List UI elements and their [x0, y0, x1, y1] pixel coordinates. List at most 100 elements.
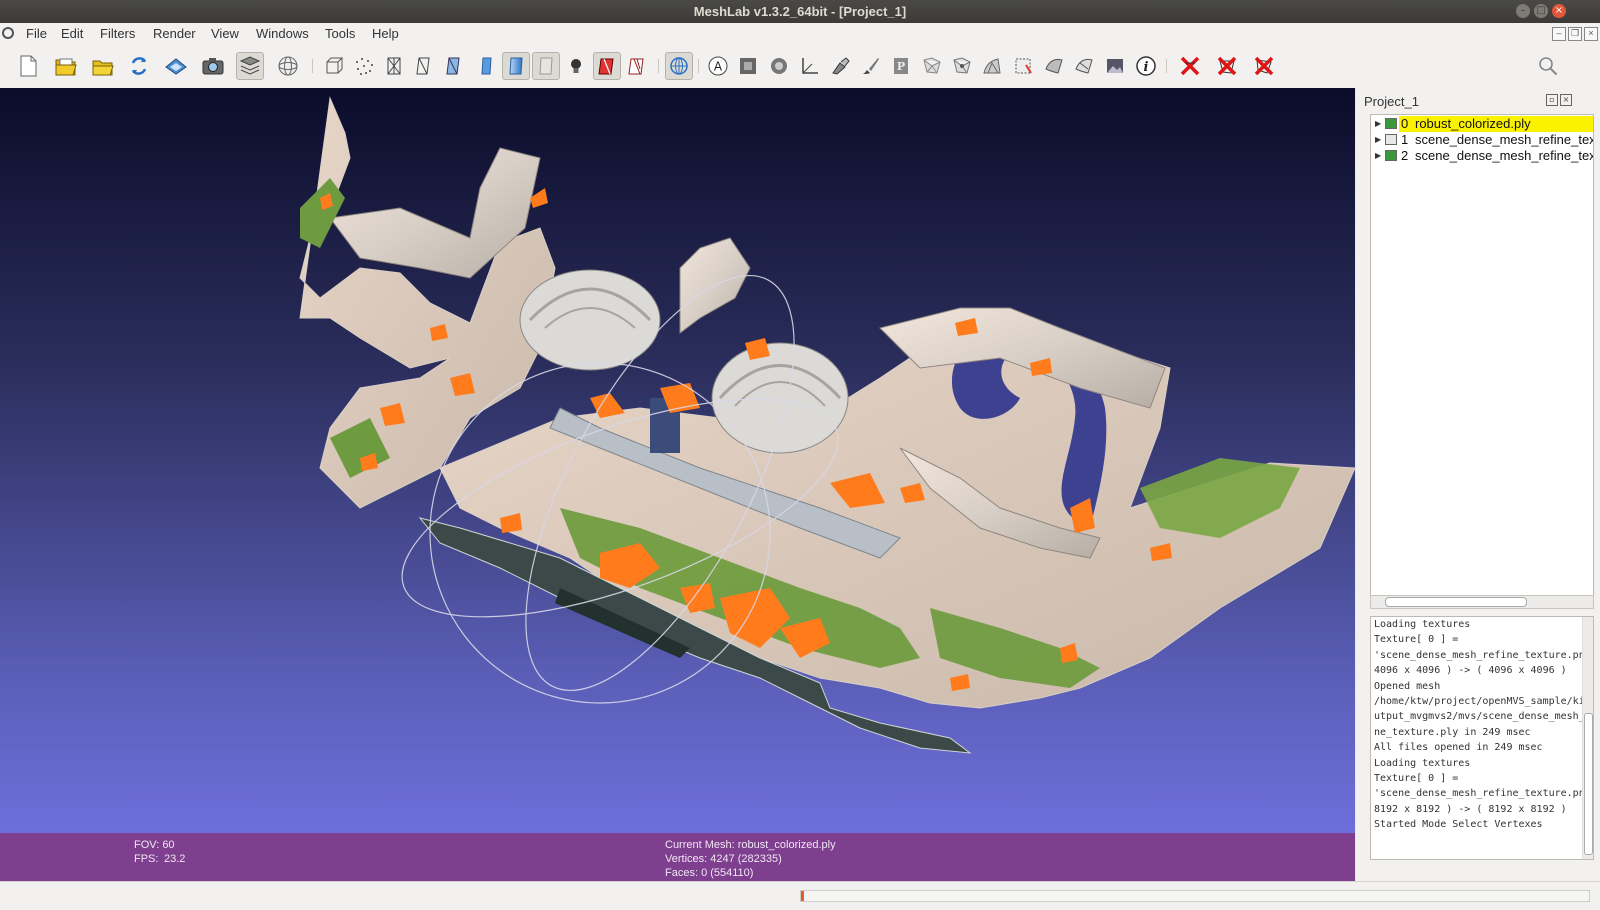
menu-tools[interactable]: Tools: [325, 26, 355, 41]
progress-bar: [800, 890, 1590, 902]
select-vertices-icon[interactable]: [948, 52, 976, 80]
3d-viewport[interactable]: FOV: 60 FPS: 23.2 Current Mesh: robust_c…: [0, 88, 1355, 881]
horizontal-scrollbar[interactable]: [1370, 595, 1594, 609]
progress-fill: [801, 891, 805, 901]
menu-edit[interactable]: Edit: [61, 26, 83, 41]
annotation-icon[interactable]: A: [704, 52, 732, 80]
log-line: All files opened in 249 msec: [1374, 742, 1543, 754]
paint-icon[interactable]: [826, 52, 854, 80]
brush-icon[interactable]: [856, 52, 884, 80]
toolbar-separator: [698, 59, 699, 73]
float-panel-icon[interactable]: ▫: [1546, 94, 1558, 106]
layer-dialog: Project_1 ▫ × ▶ 0 robust_colorized.ply ▶…: [1356, 88, 1600, 881]
visibility-icon[interactable]: [1385, 150, 1397, 161]
back-face-icon[interactable]: [593, 52, 621, 80]
new-project-icon[interactable]: [14, 52, 42, 80]
snapshot-icon[interactable]: [199, 52, 227, 80]
visibility-icon[interactable]: [1385, 134, 1397, 145]
mesh-render[interactable]: [0, 88, 1355, 833]
delete-faces-icon[interactable]: [1213, 52, 1241, 80]
menu-filters[interactable]: Filters: [100, 26, 135, 41]
delete-vertices-icon[interactable]: [1250, 52, 1278, 80]
log-line: utput_mvgmvs2/mvs/scene_dense_mesh_refi: [1374, 711, 1594, 723]
manipulator-icon[interactable]: [765, 52, 793, 80]
vertical-scrollbar[interactable]: [1582, 617, 1593, 859]
visibility-icon[interactable]: [1385, 118, 1397, 129]
layer-index: 2: [1401, 148, 1409, 163]
import-mesh-icon[interactable]: [89, 52, 117, 80]
smooth-icon[interactable]: [502, 52, 530, 80]
close-panel-icon[interactable]: ×: [1560, 94, 1572, 106]
reload-icon[interactable]: [125, 52, 153, 80]
log-line: Opened mesh: [1374, 680, 1441, 692]
log-line: 'scene_dense_mesh_refine_texture.png' (: [1374, 649, 1594, 661]
log-line: Texture[ 0 ] =: [1374, 773, 1459, 785]
info-icon[interactable]: i: [1132, 52, 1160, 80]
expand-arrow-icon[interactable]: ▶: [1375, 132, 1381, 148]
log-window[interactable]: Loading textures Texture[ 0 ] = 'scene_den…: [1370, 616, 1594, 860]
delete-selected-icon[interactable]: [1176, 52, 1204, 80]
svg-text:P: P: [897, 60, 905, 73]
align-meshes-icon[interactable]: [1070, 52, 1098, 80]
expand-arrow-icon[interactable]: ▶: [1375, 116, 1381, 132]
toolbar-separator: [312, 59, 313, 73]
rasters-icon[interactable]: [1101, 52, 1129, 80]
mdi-restore-icon[interactable]: ❐: [1568, 27, 1582, 41]
log-line: 'scene_dense_mesh_refine_texture.png' (: [1374, 788, 1594, 800]
layer-row[interactable]: ▶ 2 scene_dense_mesh_refine_tex: [1371, 148, 1593, 164]
open-project-icon[interactable]: [52, 52, 80, 80]
log-line: Texture[ 0 ] =: [1374, 634, 1459, 646]
faces-label: Faces: 0 (554110): [665, 867, 754, 879]
mdi-minimize-icon[interactable]: –: [1552, 27, 1566, 41]
wireframe-icon[interactable]: [380, 52, 408, 80]
menu-bar: File Edit Filters Render View Windows To…: [0, 23, 1600, 46]
axis-icon[interactable]: [665, 52, 693, 80]
layer-name: scene_dense_mesh_refine_tex: [1415, 132, 1594, 147]
align-icon[interactable]: [1040, 52, 1068, 80]
pick-points-icon[interactable]: P: [887, 52, 915, 80]
layer-row[interactable]: ▶ 0 robust_colorized.ply: [1371, 116, 1593, 132]
maximize-icon[interactable]: □: [1534, 4, 1548, 18]
hidden-lines-icon[interactable]: [410, 52, 438, 80]
texture-icon[interactable]: [532, 52, 560, 80]
flat-icon[interactable]: [472, 52, 500, 80]
select-faces-icon[interactable]: [918, 52, 946, 80]
select-region-icon[interactable]: [1009, 52, 1037, 80]
mdi-close-icon[interactable]: ×: [1584, 27, 1598, 41]
export-mesh-icon[interactable]: [162, 52, 190, 80]
scrollbar-thumb[interactable]: [1385, 597, 1527, 607]
fps-value: 23.2: [164, 853, 186, 865]
meshlab-logo-icon[interactable]: [2, 27, 14, 39]
menu-view[interactable]: View: [211, 26, 239, 41]
layer-row[interactable]: ▶ 1 scene_dense_mesh_refine_tex: [1371, 132, 1593, 148]
menu-file[interactable]: File: [26, 26, 47, 41]
log-line: Loading textures: [1374, 757, 1471, 769]
log-line: ne_texture.ply in 249 msec: [1374, 726, 1531, 738]
vertices-label: Vertices: 4247 (282335): [665, 853, 782, 865]
menu-help[interactable]: Help: [372, 26, 399, 41]
menu-render[interactable]: Render: [153, 26, 196, 41]
search-icon[interactable]: [1534, 52, 1562, 80]
log-lines: Loading textures Texture[ 0 ] = 'scene_den…: [1371, 617, 1593, 833]
points-icon[interactable]: [350, 52, 378, 80]
scrollbar-thumb[interactable]: [1584, 713, 1593, 855]
log-line: 8192 x 8192 ) -> ( 8192 x 8192 ): [1374, 803, 1567, 815]
light-icon[interactable]: [562, 52, 590, 80]
double-side-icon[interactable]: [623, 52, 651, 80]
expand-arrow-icon[interactable]: ▶: [1375, 148, 1381, 164]
current-mesh-label: Current Mesh: robust_colorized.ply: [665, 839, 836, 851]
panel-title: Project_1: [1364, 94, 1419, 109]
bounding-box-icon[interactable]: [320, 52, 348, 80]
layers-icon[interactable]: [236, 52, 264, 80]
close-icon[interactable]: ×: [1552, 4, 1566, 18]
minimize-icon[interactable]: –: [1516, 4, 1530, 18]
reference-icon[interactable]: [734, 52, 762, 80]
mesh-dome: [519, 269, 661, 371]
log-line: /home/ktw/project/openMVS_sample/kict_o: [1374, 696, 1594, 708]
measure-icon[interactable]: [796, 52, 824, 80]
menu-windows[interactable]: Windows: [256, 26, 309, 41]
flat-lines-icon[interactable]: [440, 52, 468, 80]
trackball-icon[interactable]: [274, 52, 302, 80]
title-bar: MeshLab v1.3.2_64bit - [Project_1] – □ ×: [0, 0, 1600, 23]
select-connected-icon[interactable]: [978, 52, 1006, 80]
